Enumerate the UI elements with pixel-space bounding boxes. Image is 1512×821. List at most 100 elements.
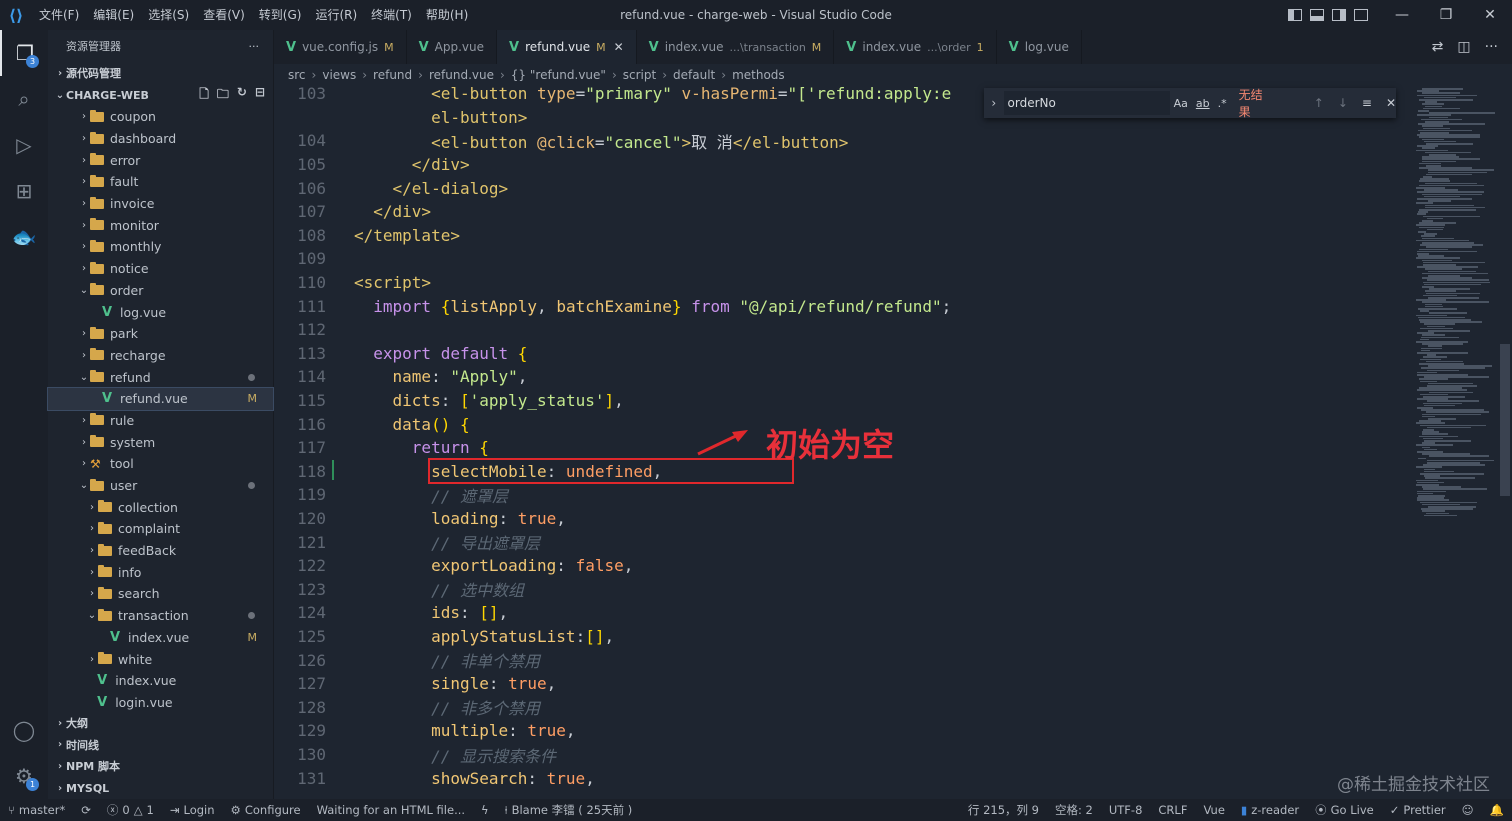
sidebar-section[interactable]: › NPM 脚本	[48, 756, 273, 778]
code-line[interactable]: 126 // 非单个禁用	[274, 648, 1414, 672]
golive-status[interactable]: ⦿ Go Live	[1307, 802, 1382, 818]
match-word-button[interactable]: ab	[1192, 97, 1214, 110]
customize-layout-icon[interactable]	[1354, 9, 1368, 21]
file-item[interactable]: Vlogin.vue	[48, 692, 273, 714]
folder-item[interactable]: › monitor	[48, 214, 273, 236]
folder-item[interactable]: ⌄ order	[48, 280, 273, 302]
folder-item[interactable]: › park	[48, 323, 273, 345]
code-line[interactable]: 131 showSearch: true,	[274, 766, 1414, 790]
code-line[interactable]: 125 applyStatusList:[],	[274, 625, 1414, 649]
menu-item[interactable]: 终端(T)	[364, 0, 419, 30]
breadcrumb-item[interactable]: {} "refund.vue"	[511, 68, 606, 82]
folder-item[interactable]: › error	[48, 149, 273, 171]
folder-item[interactable]: › monthly	[48, 236, 273, 258]
source-control-section[interactable]: › 源代码管理	[48, 62, 273, 84]
restore-button[interactable]: ❐	[1424, 0, 1468, 30]
editor-tab[interactable]: Vvue.config.js M	[274, 30, 407, 64]
toggle-panel-icon[interactable]	[1310, 9, 1324, 21]
breadcrumb-item[interactable]: refund	[373, 68, 412, 82]
manage-gear-icon[interactable]: ⚙ 1	[0, 753, 48, 799]
code-line[interactable]: 119 // 遮罩层	[274, 483, 1414, 507]
editor-tab[interactable]: Vlog.vue	[997, 30, 1082, 64]
code-line[interactable]: 122 exportLoading: false,	[274, 554, 1414, 578]
configure-status[interactable]: ⚙ Configure	[223, 803, 309, 817]
code-line[interactable]: 104 <el-button @click="cancel">取 消</el-b…	[274, 129, 1414, 153]
minimize-button[interactable]: —	[1380, 0, 1424, 30]
scrollbar-thumb[interactable]	[1500, 344, 1510, 496]
breadcrumb-item[interactable]: views	[322, 68, 356, 82]
problems-status[interactable]: ⓧ 0 △ 1	[99, 802, 162, 818]
file-item[interactable]: Vindex.vue M	[48, 627, 273, 649]
regex-button[interactable]: .*	[1214, 97, 1231, 110]
compare-changes-icon[interactable]: ⇄	[1432, 39, 1444, 55]
folder-item[interactable]: › rule	[48, 410, 273, 432]
zreader-status[interactable]: ▮ z-reader	[1233, 802, 1307, 818]
folder-item[interactable]: › invoice	[48, 193, 273, 215]
folder-item[interactable]: ⌄ user	[48, 475, 273, 497]
code-line[interactable]: 127 single: true,	[274, 672, 1414, 696]
project-section[interactable]: ⌄ CHARGE-WEB 🗋 🗀 ↻ ⊟	[48, 84, 273, 106]
menu-item[interactable]: 帮助(H)	[419, 0, 475, 30]
folder-item[interactable]: › coupon	[48, 106, 273, 128]
account-icon[interactable]: ◯	[0, 707, 48, 753]
explorer-icon[interactable]: ❐ 3	[0, 30, 48, 76]
previous-match-button[interactable]: ↑	[1314, 96, 1324, 110]
folder-item[interactable]: › feedBack	[48, 540, 273, 562]
minimap[interactable]	[1414, 86, 1498, 799]
branch-status[interactable]: ⑂ master*	[0, 803, 73, 817]
match-case-button[interactable]: Aa	[1170, 97, 1192, 110]
collapse-all-icon[interactable]: ⊟	[255, 85, 265, 106]
breadcrumb-item[interactable]: default	[673, 68, 715, 82]
login-status[interactable]: ⇥ Login	[162, 803, 223, 817]
more-actions-icon[interactable]: ···	[1485, 39, 1498, 55]
feedback-icon[interactable]: ☺	[1454, 802, 1482, 818]
file-item[interactable]: Vrefund.vue M	[47, 386, 274, 411]
sidebar-section[interactable]: › 大纲	[48, 712, 273, 734]
folder-item[interactable]: › collection	[48, 496, 273, 518]
toggle-secondary-sidebar-icon[interactable]	[1332, 9, 1346, 21]
code-line[interactable]: 130 // 显示搜索条件	[274, 743, 1414, 767]
code-line[interactable]: 120 loading: true,	[274, 507, 1414, 531]
new-folder-icon[interactable]: 🗀	[217, 85, 229, 106]
folder-item[interactable]: › dashboard	[48, 128, 273, 150]
code-line[interactable]: 113 export default {	[274, 342, 1414, 366]
folder-item[interactable]: › info	[48, 561, 273, 583]
code-line[interactable]: 110 <script>	[274, 271, 1414, 295]
folder-item[interactable]: › recharge	[48, 345, 273, 367]
line-ending[interactable]: CRLF	[1150, 802, 1195, 818]
sidebar-section[interactable]: › MYSQL	[48, 777, 273, 799]
refresh-icon[interactable]: ↻	[237, 85, 247, 106]
code-line[interactable]: 109	[274, 247, 1414, 271]
close-window-button[interactable]: ✕	[1468, 0, 1512, 30]
prettier-status[interactable]: ✓ Prettier	[1382, 802, 1454, 818]
folder-item[interactable]: › ⚒ tool	[48, 453, 273, 475]
menu-item[interactable]: 文件(F)	[32, 0, 86, 30]
folder-item[interactable]: › fault	[48, 171, 273, 193]
indentation[interactable]: 空格: 2	[1047, 802, 1101, 818]
extensions-icon[interactable]: ⊞	[0, 168, 48, 214]
code-line[interactable]: 111 import {listApply, batchExamine} fro…	[274, 294, 1414, 318]
run-debug-icon[interactable]: ▷	[0, 122, 48, 168]
sync-button[interactable]: ⟳	[73, 803, 99, 817]
code-line[interactable]: 107 </div>	[274, 200, 1414, 224]
code-line[interactable]: 124 ids: [],	[274, 601, 1414, 625]
notifications-bell-icon[interactable]: 🔔	[1482, 802, 1512, 818]
editor-tab[interactable]: Vrefund.vue M ✕	[497, 30, 637, 64]
explorer-more-button[interactable]: ···	[249, 40, 260, 53]
split-editor-icon[interactable]: ◫	[1457, 39, 1470, 55]
menu-item[interactable]: 查看(V)	[196, 0, 252, 30]
file-item[interactable]: Vindex.vue	[48, 670, 273, 692]
folder-item[interactable]: › search	[48, 583, 273, 605]
editor-tab[interactable]: V App.vue	[407, 30, 498, 64]
menu-item[interactable]: 转到(G)	[252, 0, 309, 30]
docker-icon[interactable]: 🐟	[0, 214, 48, 260]
editor-tab[interactable]: Vindex.vue ...\order 1	[834, 30, 997, 64]
folder-item[interactable]: › system	[48, 431, 273, 453]
code-line[interactable]: 114 name: "Apply",	[274, 365, 1414, 389]
breadcrumb-item[interactable]: refund.vue	[429, 68, 494, 82]
find-in-selection-button[interactable]: ≡	[1362, 96, 1372, 110]
code-line[interactable]: 112	[274, 318, 1414, 342]
breadcrumb-item[interactable]: methods	[732, 68, 785, 82]
toggle-sidebar-icon[interactable]	[1288, 9, 1302, 21]
folder-item[interactable]: › complaint	[48, 518, 273, 540]
